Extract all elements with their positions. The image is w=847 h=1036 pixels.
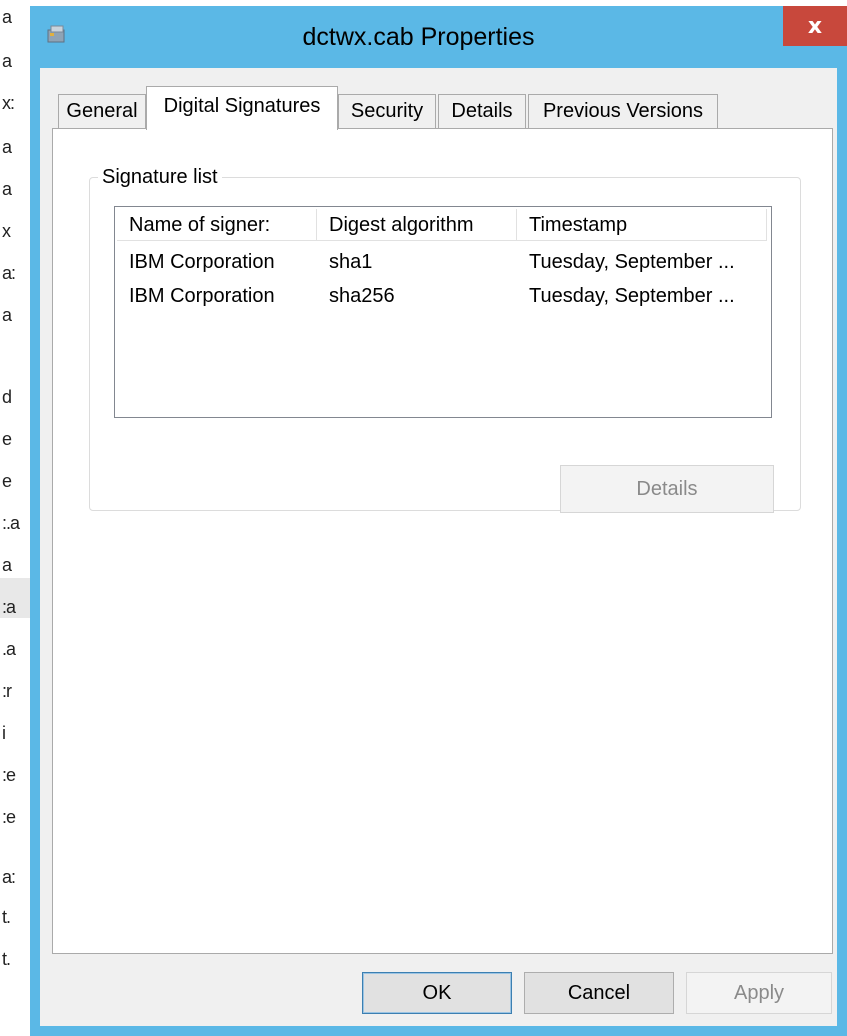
background-list-fragment: i bbox=[2, 723, 6, 743]
signature-list-label: Signature list bbox=[98, 164, 222, 190]
background-list-fragment: x bbox=[2, 221, 11, 241]
background-list-fragment: a bbox=[2, 51, 12, 71]
close-button[interactable]: x bbox=[783, 6, 847, 46]
background-list-fragment: t. bbox=[2, 949, 11, 969]
cancel-button[interactable]: Cancel bbox=[524, 972, 674, 1014]
ok-button[interactable]: OK bbox=[362, 972, 512, 1014]
signature-listview[interactable]: Name of signer: Digest algorithm Timesta… bbox=[114, 206, 772, 418]
background-list-fragment: a bbox=[2, 305, 12, 325]
timestamp-cell: Tuesday, September ... bbox=[529, 285, 735, 307]
timestamp-cell: Tuesday, September ... bbox=[529, 251, 735, 273]
tab-security[interactable]: Security bbox=[338, 94, 436, 128]
background-list-fragment: a bbox=[2, 7, 12, 27]
signer-name-cell: IBM Corporation bbox=[129, 285, 275, 307]
properties-dialog: dctwx.cab Properties x General Digital S… bbox=[30, 6, 847, 1036]
tab-details[interactable]: Details bbox=[438, 94, 526, 128]
background-list-fragment: t. bbox=[2, 907, 11, 927]
background-list-fragment: a: bbox=[2, 867, 16, 887]
window-title: dctwx.cab Properties bbox=[302, 23, 535, 51]
digest-algorithm-cell: sha256 bbox=[329, 285, 395, 307]
background-list-fragment: :.a bbox=[2, 513, 20, 533]
digest-algorithm-cell: sha1 bbox=[329, 251, 373, 273]
background-list-fragment: a bbox=[2, 137, 12, 157]
close-icon: x bbox=[807, 13, 823, 39]
tab-digital-signatures[interactable]: Digital Signatures bbox=[146, 86, 338, 130]
listview-header: Name of signer: Digest algorithm Timesta… bbox=[117, 209, 767, 243]
apply-button[interactable]: Apply bbox=[686, 972, 832, 1014]
dialog-body: General Digital Signatures Security Deta… bbox=[40, 68, 837, 1026]
tab-general[interactable]: General bbox=[58, 94, 146, 128]
background-file-list: a a x: a a x a: a d e e :.a a :a .a :r i… bbox=[0, 0, 30, 1036]
background-list-fragment: :a bbox=[2, 597, 16, 617]
digital-signatures-panel: Signature list Name of signer: Digest al… bbox=[52, 128, 833, 954]
column-header-timestamp[interactable]: Timestamp bbox=[517, 209, 767, 241]
background-list-fragment: x: bbox=[2, 93, 15, 113]
background-list-fragment: a: bbox=[2, 263, 16, 283]
background-list-fragment: a bbox=[2, 179, 12, 199]
column-header-name-of-signer[interactable]: Name of signer: bbox=[117, 209, 317, 241]
signer-name-cell: IBM Corporation bbox=[129, 251, 275, 273]
background-list-fragment: e bbox=[2, 429, 12, 449]
background-list-fragment: a bbox=[2, 555, 12, 575]
column-header-digest-algorithm[interactable]: Digest algorithm bbox=[317, 209, 517, 241]
signature-list-group: Signature list Name of signer: Digest al… bbox=[89, 164, 801, 513]
background-list-fragment: :e bbox=[2, 807, 16, 827]
tab-previous-versions[interactable]: Previous Versions bbox=[528, 94, 718, 128]
background-list-fragment: :r bbox=[2, 681, 12, 701]
tab-strip: General Digital Signatures Security Deta… bbox=[40, 68, 837, 130]
signature-row[interactable]: IBM Corporation sha256 Tuesday, Septembe… bbox=[117, 279, 767, 313]
title-bar[interactable]: dctwx.cab Properties x bbox=[30, 6, 847, 68]
background-list-fragment: :e bbox=[2, 765, 16, 785]
background-list-fragment: d bbox=[2, 387, 12, 407]
background-list-fragment: .a bbox=[2, 639, 16, 659]
signature-row[interactable]: IBM Corporation sha1 Tuesday, September … bbox=[117, 245, 767, 279]
signature-details-button[interactable]: Details bbox=[560, 465, 774, 513]
background-list-fragment: e bbox=[2, 471, 12, 491]
